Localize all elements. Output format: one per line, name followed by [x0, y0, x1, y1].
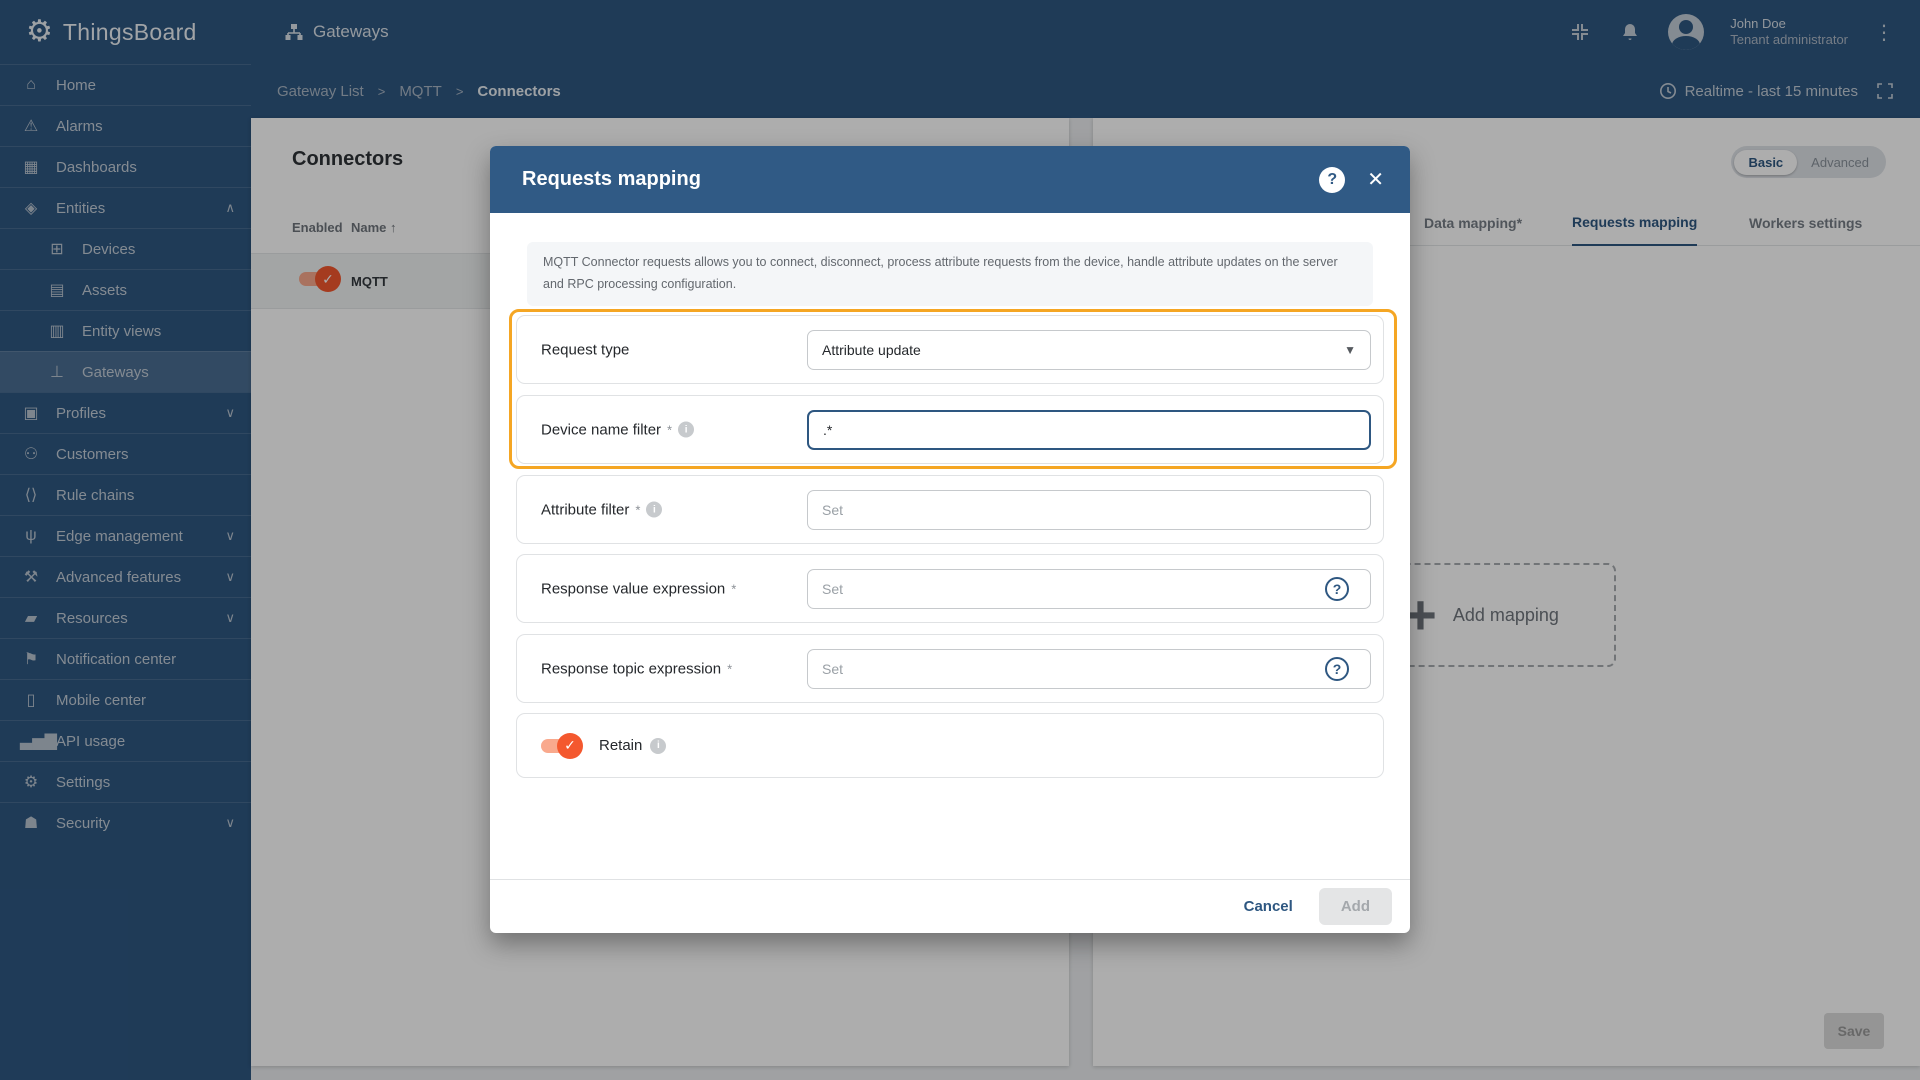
field-response-value-expression: Response value expression * ?	[516, 554, 1384, 623]
attribute-filter-input[interactable]	[807, 490, 1371, 530]
dialog-footer: Cancel Add	[490, 879, 1410, 933]
field-response-topic-expression: Response topic expression * ?	[516, 634, 1384, 703]
response-topic-expression-label: Response topic expression	[541, 660, 721, 677]
add-button[interactable]: Add	[1319, 888, 1392, 925]
retain-toggle[interactable]: ✓	[541, 737, 581, 755]
attribute-filter-label: Attribute filter	[541, 501, 629, 518]
field-device-name-filter: Device name filter * i	[516, 395, 1384, 464]
device-name-filter-label: Device name filter	[541, 421, 661, 438]
info-icon[interactable]: i	[650, 738, 666, 754]
dialog-help-icon[interactable]: ?	[1319, 167, 1345, 193]
info-icon[interactable]: i	[678, 422, 694, 438]
required-mark: *	[667, 422, 672, 437]
response-topic-expression-input[interactable]	[807, 649, 1371, 689]
retain-label: Retain	[599, 737, 642, 754]
request-type-label: Request type	[541, 341, 629, 358]
chevron-down-icon: ▼	[1344, 343, 1356, 357]
field-request-type: Request type Attribute update ▼	[516, 315, 1384, 384]
response-value-expression-label: Response value expression	[541, 580, 725, 597]
dialog-close-icon[interactable]: ✕	[1367, 167, 1384, 192]
dialog-title: Requests mapping	[522, 168, 701, 191]
device-name-filter-input[interactable]	[807, 410, 1371, 450]
check-icon: ✓	[557, 733, 583, 759]
required-mark: *	[727, 661, 732, 676]
dialog-header: Requests mapping ? ✕	[490, 146, 1410, 213]
expression-help-icon[interactable]: ?	[1325, 657, 1349, 681]
field-attribute-filter: Attribute filter * i	[516, 475, 1384, 544]
cancel-button[interactable]: Cancel	[1244, 898, 1293, 915]
dialog-description: MQTT Connector requests allows you to co…	[527, 242, 1373, 306]
info-icon[interactable]: i	[646, 502, 662, 518]
expression-help-icon[interactable]: ?	[1325, 577, 1349, 601]
request-type-select[interactable]: Attribute update ▼	[807, 330, 1371, 370]
required-mark: *	[731, 581, 736, 596]
field-retain: ✓ Retain i	[516, 713, 1384, 778]
requests-mapping-dialog: Requests mapping ? ✕ MQTT Connector requ…	[490, 146, 1410, 933]
request-type-value: Attribute update	[822, 342, 921, 358]
response-value-expression-input[interactable]	[807, 569, 1371, 609]
required-mark: *	[635, 502, 640, 517]
